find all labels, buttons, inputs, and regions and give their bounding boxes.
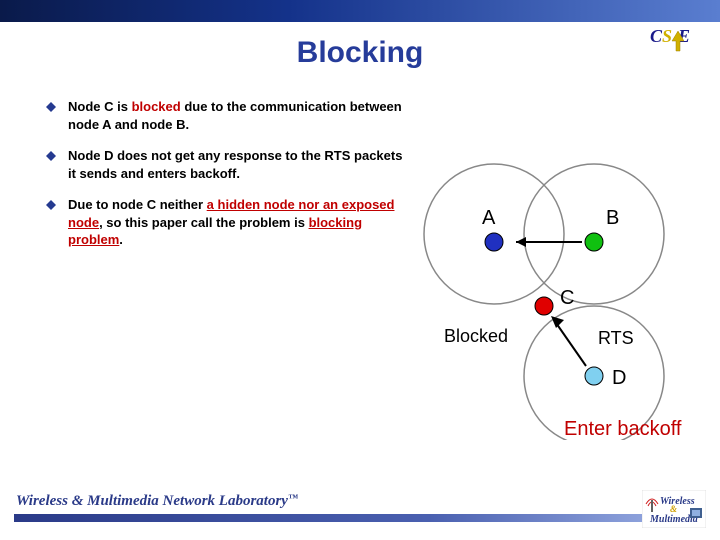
- page-title: Blocking: [0, 36, 720, 70]
- label-rts: RTS: [598, 328, 634, 348]
- network-diagram: A B C Blocked RTS D: [420, 160, 700, 440]
- bullet-text: Due to node C neither: [68, 197, 207, 212]
- bullet-text: .: [119, 232, 123, 247]
- label-b: B: [606, 207, 619, 229]
- bullet-item: Due to node C neither a hidden node nor …: [68, 196, 408, 249]
- diamond-bullet-icon: [46, 102, 56, 112]
- wireless-multimedia-logo: Wireless & Multimedia: [642, 490, 706, 528]
- svg-text:&: &: [670, 504, 677, 514]
- bullet-text: , so this paper call the problem is: [99, 215, 309, 230]
- bullet-text: Node D does not get any response to the …: [68, 148, 402, 181]
- label-a: A: [482, 207, 496, 229]
- top-bar: [0, 0, 720, 22]
- label-d: D: [612, 367, 626, 389]
- bullet-emphasis: blocked: [132, 99, 181, 114]
- bullet-item: Node C is blocked due to the communicati…: [68, 98, 408, 133]
- bullet-text: Node C is: [68, 99, 132, 114]
- diamond-bullet-icon: [46, 151, 56, 161]
- enter-backoff-label: Enter backoff: [564, 418, 681, 441]
- bullet-item: Node D does not get any response to the …: [68, 147, 408, 182]
- label-blocked: Blocked: [444, 326, 508, 346]
- label-c: C: [560, 287, 574, 309]
- footer-lab-name: Wireless & Multimedia Network Laboratory…: [16, 493, 298, 510]
- diamond-bullet-icon: [46, 200, 56, 210]
- footer-bar-icon: [14, 514, 706, 522]
- svg-text:Wireless: Wireless: [660, 496, 695, 507]
- bullet-list: Node C is blocked due to the communicati…: [68, 98, 408, 263]
